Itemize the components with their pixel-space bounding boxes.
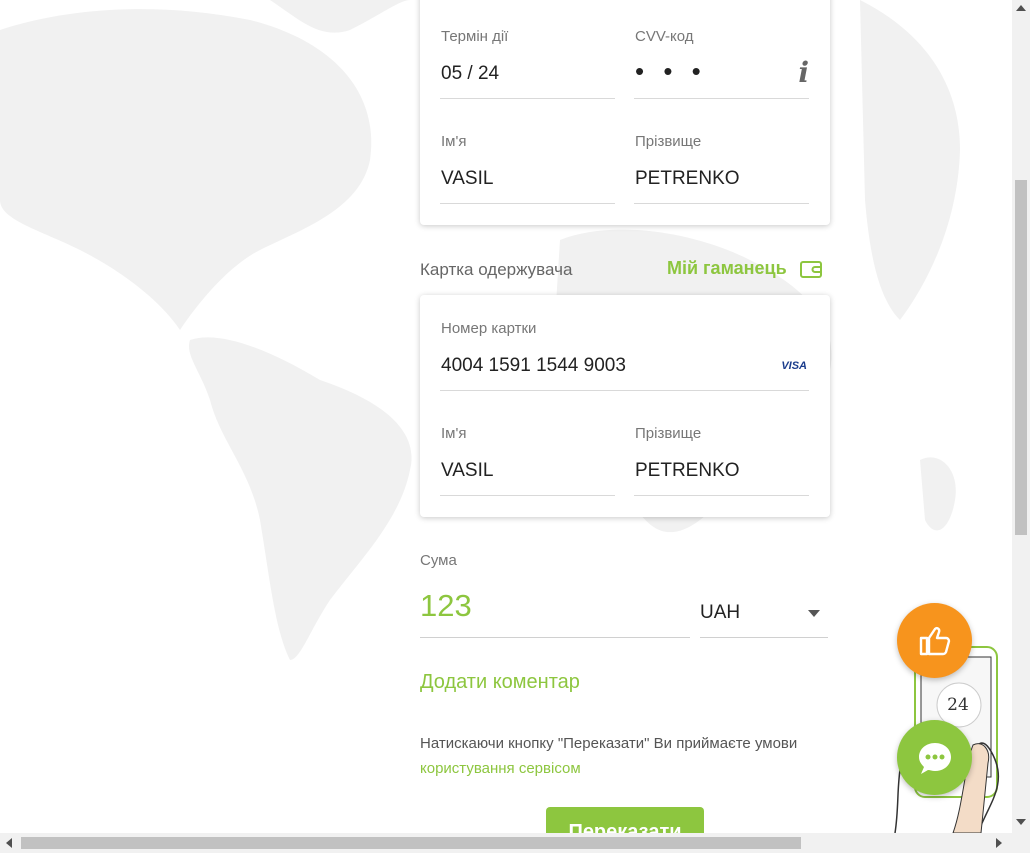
add-comment-link[interactable]: Додати коментар bbox=[420, 671, 580, 694]
recipient-last-name-field[interactable]: Прізвище PETRENKO bbox=[634, 423, 809, 496]
sender-card-panel: Термін дії 05 / 24 CVV-код • • • i Ім'я … bbox=[420, 0, 830, 225]
vertical-scrollbar[interactable] bbox=[1012, 0, 1030, 833]
amount-input[interactable]: 123 bbox=[420, 585, 690, 638]
first-name-value: VASIL bbox=[441, 168, 494, 189]
currency-select[interactable]: UAH bbox=[700, 585, 828, 638]
chat-bubble-icon bbox=[918, 742, 951, 774]
cvv-value: • • • bbox=[635, 56, 707, 86]
expiry-value: 05 / 24 bbox=[441, 63, 500, 84]
card-number-value: 4004 1591 1544 9003 bbox=[441, 355, 626, 376]
scroll-up-icon[interactable] bbox=[1016, 5, 1026, 11]
chevron-down-icon bbox=[808, 610, 820, 617]
scroll-right-icon[interactable] bbox=[996, 838, 1002, 848]
first-name-label: Ім'я bbox=[441, 425, 467, 442]
last-name-label: Прізвище bbox=[635, 425, 702, 442]
card-number-field[interactable]: Номер картки 4004 1591 1544 9003 VISA bbox=[440, 318, 809, 391]
amount-label: Сума bbox=[420, 552, 457, 569]
cvv-field[interactable]: CVV-код • • • i bbox=[634, 18, 809, 99]
feedback-button[interactable] bbox=[897, 603, 972, 678]
recipient-first-name-field[interactable]: Ім'я VASIL bbox=[440, 423, 615, 496]
last-name-label: Прізвище bbox=[635, 133, 702, 150]
recipient-section-label: Картка одержувача bbox=[420, 260, 573, 279]
wallet-link-label: Мій гаманець bbox=[667, 258, 787, 278]
my-wallet-link[interactable]: Мій гаманець bbox=[667, 258, 823, 279]
last-name-value: PETRENKO bbox=[635, 460, 740, 481]
recipient-card-panel: Номер картки 4004 1591 1544 9003 VISA Ім… bbox=[420, 295, 830, 517]
visa-logo-icon: VISA bbox=[781, 360, 807, 372]
first-name-value: VASIL bbox=[441, 460, 494, 481]
wallet-icon bbox=[799, 260, 822, 278]
terms-link[interactable]: користування сервісом bbox=[420, 760, 581, 777]
first-name-label: Ім'я bbox=[441, 133, 467, 150]
info-icon[interactable]: i bbox=[798, 56, 809, 89]
horizontal-scrollbar[interactable] bbox=[0, 833, 1030, 853]
amount-value: 123 bbox=[420, 588, 472, 623]
currency-value: UAH bbox=[700, 602, 741, 623]
vertical-scroll-thumb[interactable] bbox=[1015, 180, 1027, 535]
horizontal-scroll-thumb[interactable] bbox=[21, 837, 801, 849]
terms-text: Натискаючи кнопку "Переказати" Ви прийма… bbox=[420, 731, 820, 781]
sender-last-name-field[interactable]: Прізвище PETRENKO bbox=[634, 123, 809, 204]
sender-first-name-field[interactable]: Ім'я VASIL bbox=[440, 123, 615, 204]
scroll-left-icon[interactable] bbox=[6, 838, 12, 848]
thumbs-up-icon bbox=[919, 626, 950, 655]
expiry-label: Термін дії bbox=[441, 28, 509, 45]
cvv-label: CVV-код bbox=[635, 28, 694, 45]
card-number-label: Номер картки bbox=[441, 320, 537, 337]
chat-button[interactable] bbox=[897, 720, 972, 795]
terms-text-body: Натискаючи кнопку "Переказати" Ви прийма… bbox=[420, 735, 798, 752]
expiry-field[interactable]: Термін дії 05 / 24 bbox=[440, 18, 615, 99]
last-name-value: PETRENKO bbox=[635, 168, 740, 189]
scroll-down-icon[interactable] bbox=[1016, 819, 1026, 825]
support-24-badge: 24 bbox=[947, 695, 969, 715]
